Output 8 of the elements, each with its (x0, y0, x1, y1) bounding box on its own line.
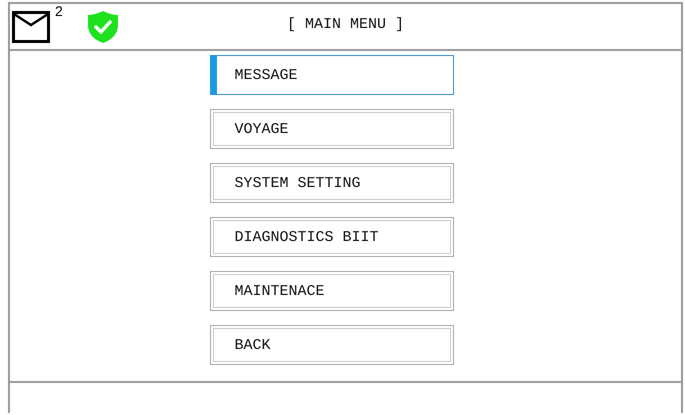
screen-title: [ MAIN MENU ] (286, 16, 406, 33)
menu-item[interactable]: MAINTENACE (210, 271, 454, 311)
menu-item[interactable]: DIAGNOSTICS BIIT (210, 217, 454, 257)
menu-item[interactable]: MESSAGE (210, 55, 454, 95)
menu-item[interactable]: SYSTEM SETTING (210, 163, 454, 203)
menu-item[interactable]: BACK (210, 325, 454, 365)
menu-item[interactable]: VOYAGE (210, 109, 454, 149)
unread-count: 2 (55, 2, 63, 18)
